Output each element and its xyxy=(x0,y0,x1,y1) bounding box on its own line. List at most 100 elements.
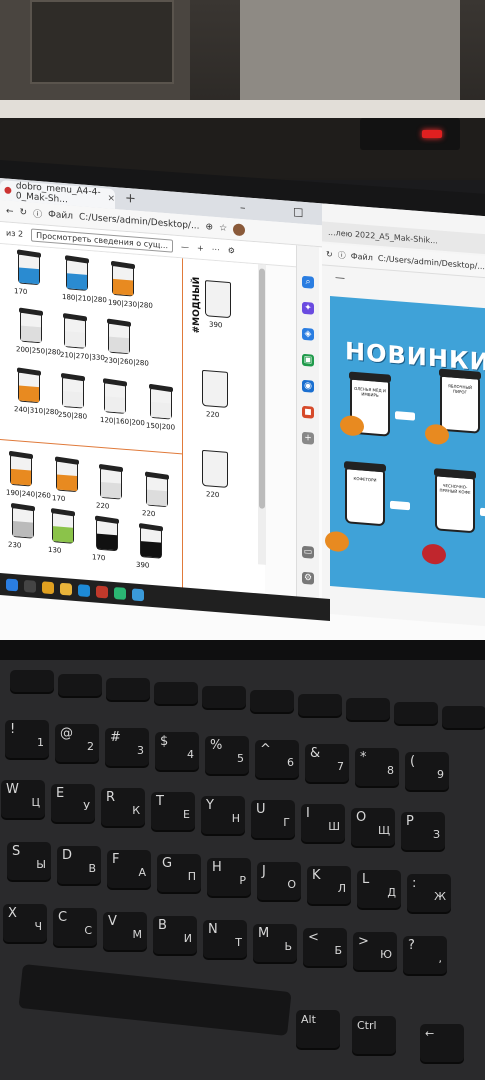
refresh-icon[interactable]: ↻ xyxy=(326,250,333,260)
keyboard-key[interactable]: NТ xyxy=(203,920,247,958)
keyboard-key[interactable]: JО xyxy=(257,862,301,900)
chrome-icon[interactable] xyxy=(42,581,54,595)
keyboard-key[interactable]: (9 xyxy=(405,752,449,790)
keyboard-key[interactable]: OЩ xyxy=(351,808,395,846)
keyboard-key[interactable]: CС xyxy=(53,908,97,946)
folder-icon[interactable] xyxy=(60,582,72,596)
keyboard-key[interactable]: UГ xyxy=(251,800,295,838)
function-key[interactable] xyxy=(106,678,150,700)
office-icon[interactable]: ◼ xyxy=(302,405,314,419)
key-cyrillic-label: А xyxy=(138,866,146,879)
keyboard-key[interactable]: RК xyxy=(101,788,145,826)
keyboard-key[interactable]: % 5 xyxy=(205,736,249,774)
settings-icon[interactable]: ⚙ xyxy=(228,246,235,256)
keyboard-key[interactable]: $4 xyxy=(155,732,199,770)
search-icon[interactable] xyxy=(24,579,36,593)
keyboard-key[interactable]: VМ xyxy=(103,912,147,950)
keyboard-key[interactable]: XЧ xyxy=(3,904,47,942)
tools-icon[interactable]: ◈ xyxy=(302,327,314,341)
minus-icon[interactable]: — xyxy=(335,272,345,284)
keyboard-key[interactable]: ! 1 xyxy=(5,720,49,758)
keyboard-key[interactable]: YН xyxy=(201,796,245,834)
keyboard-key[interactable]: TЕ xyxy=(151,792,195,830)
menu-cup xyxy=(17,367,41,404)
function-key[interactable] xyxy=(442,706,485,728)
screen-icon[interactable]: ▭ xyxy=(302,545,314,559)
keyboard-key[interactable]: LД xyxy=(357,870,401,908)
orange-divider-horizontal xyxy=(0,439,182,455)
function-key[interactable] xyxy=(58,674,102,696)
function-key[interactable] xyxy=(346,698,390,720)
function-key[interactable] xyxy=(154,682,198,704)
edge-icon[interactable] xyxy=(78,584,90,598)
more-icon[interactable]: ⋯ xyxy=(212,245,220,255)
minus-icon[interactable]: — xyxy=(181,242,189,252)
keyboard-key[interactable]: @2 xyxy=(55,724,99,762)
games-icon[interactable]: ▣ xyxy=(302,353,314,367)
copilot-icon[interactable]: ✦ xyxy=(302,301,314,315)
outlook-icon[interactable]: ◉ xyxy=(302,379,314,393)
keyboard-key[interactable]: HР xyxy=(207,858,251,896)
search-icon[interactable]: ⌕ xyxy=(302,275,314,289)
address-path[interactable]: C:/Users/admin/Desktop/... xyxy=(378,254,485,271)
function-key[interactable] xyxy=(298,694,342,716)
keyboard-key[interactable]: EУ xyxy=(51,784,95,822)
poster-cup: ЯБЛОЧНЫЙ ПИРОГ xyxy=(439,368,481,434)
new-tab-button[interactable]: + xyxy=(125,191,136,207)
price-label: 180|210|280 xyxy=(62,292,107,305)
price-label: 230 xyxy=(8,540,22,550)
arrow-key[interactable]: ← xyxy=(420,1024,464,1062)
address-path[interactable]: C:/Users/admin/Desktop/... xyxy=(79,212,200,231)
keyboard-key[interactable]: MЬ xyxy=(253,924,297,962)
function-key[interactable] xyxy=(202,686,246,708)
keyboard-key[interactable]: < Б xyxy=(303,928,347,966)
alt-key[interactable]: Alt xyxy=(296,1010,340,1048)
keyboard-key[interactable]: ?, xyxy=(403,936,447,974)
keyboard-key[interactable]: WЦ xyxy=(1,780,45,818)
tab-close-button[interactable]: × xyxy=(107,193,115,204)
gear-icon[interactable]: ⚙ xyxy=(302,571,314,585)
ctrl-key[interactable]: Ctrl xyxy=(352,1016,396,1054)
back-icon[interactable]: ← xyxy=(6,206,14,217)
keyboard-key[interactable]: IШ xyxy=(301,804,345,842)
avatar[interactable] xyxy=(233,222,246,236)
key-cyrillic-label: Д xyxy=(387,886,396,899)
keyboard-key[interactable]: :Ж xyxy=(407,874,451,912)
zoom-icon[interactable]: ⊕ xyxy=(206,222,214,233)
price-label: 390 xyxy=(209,320,223,330)
app-icon[interactable] xyxy=(132,588,144,602)
keyboard-key[interactable]: PЗ xyxy=(401,812,445,850)
keyboard-key[interactable]: SЫ xyxy=(7,842,51,880)
keyboard-key[interactable]: GП xyxy=(157,854,201,892)
add-icon[interactable]: + xyxy=(302,431,314,445)
keyboard-key[interactable]: ^ 6 xyxy=(255,740,299,778)
function-key[interactable] xyxy=(394,702,438,724)
space-bar[interactable] xyxy=(18,964,292,1036)
scrollbar-thumb[interactable] xyxy=(259,268,265,509)
keyboard-key[interactable]: KЛ xyxy=(307,866,351,904)
keyboard-key[interactable]: > Ю xyxy=(353,932,397,970)
keyboard-key[interactable]: & 7 xyxy=(305,744,349,782)
app-icon[interactable] xyxy=(96,585,108,599)
app-icon[interactable] xyxy=(114,586,126,600)
keyboard-key[interactable]: #3 xyxy=(105,728,149,766)
favorite-icon[interactable]: ☆ xyxy=(219,223,227,234)
info-icon[interactable]: ⓘ xyxy=(338,250,346,262)
keyboard-key[interactable]: * 8 xyxy=(355,748,399,786)
refresh-icon[interactable]: ↻ xyxy=(20,207,28,218)
menu-cup xyxy=(9,450,33,487)
key-latin-label: ! xyxy=(10,722,16,737)
function-key[interactable] xyxy=(10,670,54,692)
info-icon[interactable]: ⓘ xyxy=(33,207,42,221)
keyboard-key[interactable]: DВ xyxy=(57,846,101,884)
plus-icon[interactable]: + xyxy=(197,244,204,254)
menu-cup xyxy=(11,502,35,539)
price-label: 220 xyxy=(206,490,220,500)
menu-cup xyxy=(63,312,87,349)
start-icon[interactable] xyxy=(6,578,18,592)
menu-cup xyxy=(95,515,119,552)
key-latin-label: U xyxy=(256,802,266,817)
keyboard-key[interactable]: FА xyxy=(107,850,151,888)
function-key[interactable] xyxy=(250,690,294,712)
keyboard-key[interactable]: BИ xyxy=(153,916,197,954)
